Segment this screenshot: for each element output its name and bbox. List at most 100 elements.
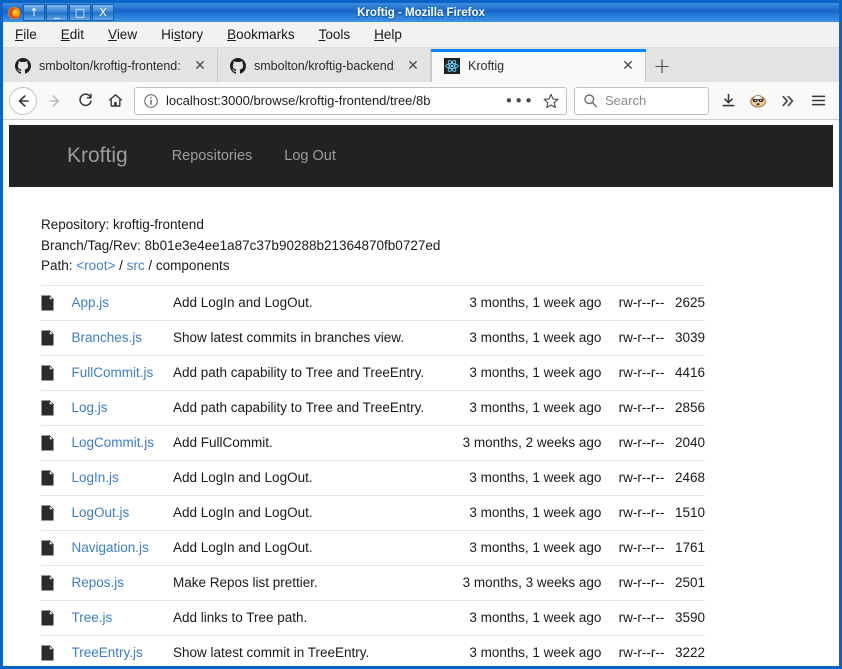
nav-link-logout[interactable]: Log Out — [284, 148, 336, 164]
search-bar[interactable]: Search — [574, 86, 709, 115]
forward-button[interactable] — [40, 86, 70, 116]
menu-item-file[interactable]: File — [15, 25, 51, 44]
menu-item-history[interactable]: History — [161, 25, 217, 44]
file-name-cell[interactable]: Log.js — [71, 390, 173, 425]
file-name-cell[interactable]: App.js — [71, 285, 173, 320]
reload-button[interactable] — [70, 86, 100, 116]
commit-age-cell: 3 months, 1 week ago — [469, 470, 602, 485]
file-name-cell[interactable]: Tree.js — [71, 600, 173, 635]
downloads-button[interactable] — [713, 86, 743, 116]
menu-item-view[interactable]: View — [108, 25, 151, 44]
table-row[interactable]: FullCommit.js Add path capability to Tre… — [41, 355, 705, 390]
file-name-link[interactable]: LogCommit.js — [71, 435, 154, 450]
table-row[interactable]: Tree.js Add links to Tree path. 3 months… — [41, 600, 705, 635]
file-name-cell[interactable]: FullCommit.js — [71, 355, 173, 390]
permissions-cell: rw-r--r-- — [618, 575, 665, 590]
tab-kroftig-frontend[interactable]: smbolton/kroftig-frontend: ✕ — [3, 49, 218, 82]
forward-arrow-icon — [49, 94, 60, 107]
minimize-button[interactable]: _ — [46, 4, 68, 21]
menu-item-tools[interactable]: Tools — [319, 25, 365, 44]
permissions-cell: rw-r--r-- — [618, 435, 665, 450]
file-name-cell[interactable]: TreeEntry.js — [71, 635, 173, 666]
menu-item-bookmarks[interactable]: Bookmarks — [227, 25, 309, 44]
app-menu-button[interactable] — [803, 86, 833, 116]
site-info-icon[interactable] — [143, 93, 159, 109]
menu-rest-bookmarks: ookmarks — [236, 27, 295, 42]
commit-age-cell: 3 months, 1 week ago — [469, 645, 602, 660]
tab-kroftig-backend[interactable]: smbolton/kroftig-backend: ✕ — [218, 49, 431, 82]
file-name-link[interactable]: TreeEntry.js — [71, 645, 142, 660]
commit-message-cell: Show latest commit in TreeEntry. — [172, 645, 370, 660]
path-segment-root[interactable]: <root> — [76, 258, 115, 273]
file-name-link[interactable]: App.js — [71, 295, 109, 310]
page-actions-button[interactable]: ••• — [496, 92, 542, 110]
url-bar[interactable]: localhost:3000/browse/kroftig-frontend/t… — [134, 86, 567, 115]
file-name-cell[interactable]: Navigation.js — [71, 530, 173, 565]
table-row[interactable]: LogCommit.js Add FullCommit. 3 months, 2… — [41, 425, 705, 460]
file-name-cell[interactable]: LogIn.js — [71, 460, 173, 495]
permissions-cell: rw-r--r-- — [618, 330, 665, 345]
file-list-body: App.js Add LogIn and LogOut. 3 months, 1… — [41, 285, 705, 666]
close-icon[interactable]: ✕ — [620, 58, 636, 74]
file-icon-cell — [41, 285, 71, 320]
file-size-cell: 2625 — [674, 295, 705, 310]
file-icon — [41, 504, 71, 521]
table-row[interactable]: Branches.js Show latest commits in branc… — [41, 320, 705, 355]
file-name-cell[interactable]: LogCommit.js — [71, 425, 173, 460]
tab-kroftig[interactable]: Kroftig ✕ — [431, 49, 646, 82]
table-row[interactable]: LogOut.js Add LogIn and LogOut. 3 months… — [41, 495, 705, 530]
file-name-link[interactable]: FullCommit.js — [71, 365, 153, 380]
file-icon-cell — [41, 460, 71, 495]
table-row[interactable]: Log.js Add path capability to Tree and T… — [41, 390, 705, 425]
menu-rest-view: iew — [116, 27, 138, 42]
file-name-link[interactable]: Branches.js — [71, 330, 142, 345]
file-list-table: App.js Add LogIn and LogOut. 3 months, 1… — [41, 285, 705, 666]
file-size-cell: 2040 — [674, 435, 705, 450]
tab-label: smbolton/kroftig-frontend: — [39, 58, 181, 73]
file-name-link[interactable]: LogIn.js — [71, 470, 118, 485]
new-tab-button[interactable]: + — [646, 49, 678, 82]
browser-window: ↑ _ □ X Kroftig - Mozilla Firefox File E… — [0, 0, 842, 669]
file-name-link[interactable]: Tree.js — [71, 610, 112, 625]
shade-button[interactable]: ↑ — [23, 4, 45, 21]
bookmark-star-icon[interactable] — [542, 92, 560, 110]
file-size-cell: 3222 — [674, 645, 705, 660]
menu-item-help[interactable]: Help — [374, 25, 416, 44]
close-button[interactable]: X — [92, 4, 114, 21]
github-icon — [15, 57, 31, 74]
commit-message-cell: Add path capability to Tree and TreeEntr… — [172, 400, 425, 415]
table-row[interactable]: LogIn.js Add LogIn and LogOut. 3 months,… — [41, 460, 705, 495]
menu-item-edit[interactable]: Edit — [61, 25, 98, 44]
maximize-button[interactable]: □ — [69, 4, 91, 21]
file-icon — [41, 539, 71, 556]
file-icon — [41, 574, 71, 591]
commit-message-cell: Add links to Tree path. — [172, 610, 308, 625]
file-name-cell[interactable]: LogOut.js — [71, 495, 173, 530]
file-name-link[interactable]: Navigation.js — [71, 540, 148, 555]
site-brand[interactable]: Kroftig — [67, 144, 128, 168]
table-row[interactable]: Repos.js Make Repos list prettier. 3 mon… — [41, 565, 705, 600]
path-segment-src[interactable]: src — [127, 258, 145, 273]
table-row[interactable]: TreeEntry.js Show latest commit in TreeE… — [41, 635, 705, 666]
table-row[interactable]: App.js Add LogIn and LogOut. 3 months, 1… — [41, 285, 705, 320]
commit-age-cell: 3 months, 2 weeks ago — [462, 435, 602, 450]
file-name-link[interactable]: Log.js — [71, 400, 107, 415]
close-icon[interactable]: ✕ — [405, 58, 421, 74]
search-input[interactable]: Search — [605, 93, 646, 108]
window-title: Kroftig - Mozilla Firefox — [357, 6, 485, 19]
file-name-link[interactable]: Repos.js — [71, 575, 124, 590]
table-row[interactable]: Navigation.js Add LogIn and LogOut. 3 mo… — [41, 530, 705, 565]
overflow-button[interactable] — [773, 86, 803, 116]
back-button[interactable] — [9, 86, 37, 115]
file-name-cell[interactable]: Repos.js — [71, 565, 173, 600]
privacy-badger-icon[interactable] — [743, 86, 773, 116]
url-input[interactable]: localhost:3000/browse/kroftig-frontend/t… — [166, 93, 496, 108]
close-icon[interactable]: ✕ — [192, 58, 208, 74]
home-button[interactable] — [100, 86, 130, 116]
file-icon-cell — [41, 530, 71, 565]
file-name-link[interactable]: LogOut.js — [71, 505, 129, 520]
nav-link-repositories[interactable]: Repositories — [172, 148, 253, 164]
commit-age-cell: 3 months, 1 week ago — [469, 295, 602, 310]
file-name-cell[interactable]: Branches.js — [71, 320, 173, 355]
path-separator-2: / — [148, 258, 153, 273]
